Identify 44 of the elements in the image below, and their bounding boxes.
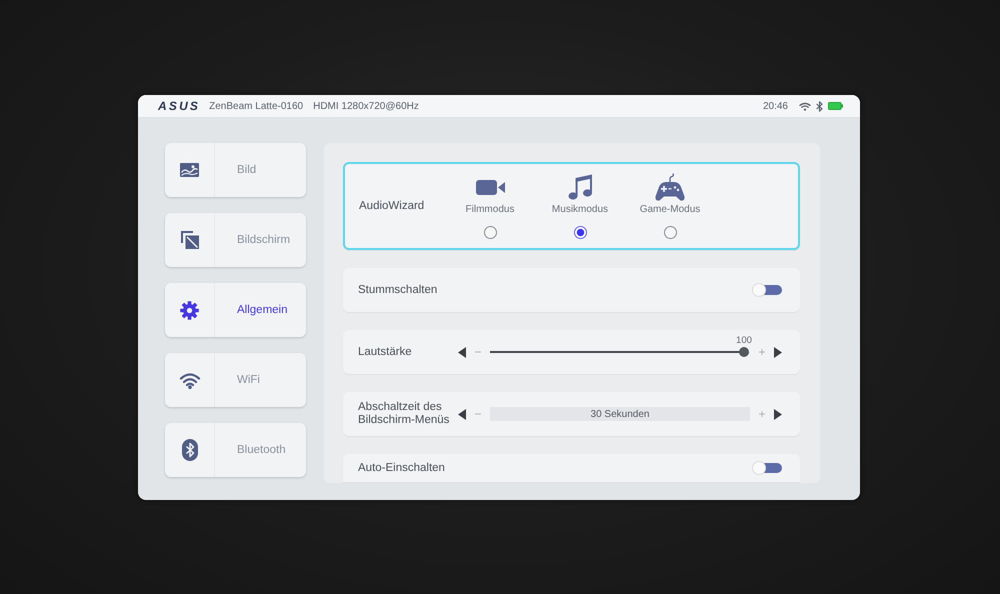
setting-label: Lautstärke	[358, 346, 413, 358]
slider-thumb[interactable]	[739, 347, 749, 357]
toggle-switch[interactable]	[752, 283, 782, 297]
sidebar-item[interactable]: Bild	[165, 143, 306, 197]
setting-label: Auto-Einschalten	[358, 462, 445, 474]
wifi-icon	[799, 102, 811, 110]
device-name: ZenBeam Latte-0160	[209, 100, 304, 112]
settings-icon	[180, 300, 199, 320]
setting-label: AudioWizard	[359, 200, 426, 212]
decrease-button[interactable]: −	[466, 407, 490, 421]
increase-button[interactable]: +	[750, 407, 774, 421]
increase-button[interactable]: +	[750, 345, 774, 359]
input-source: HDMI 1280x720@60Hz	[313, 100, 419, 112]
wifi-icon	[178, 372, 200, 388]
video-camera-icon	[476, 180, 504, 194]
option-label: Filmmodus	[466, 204, 514, 216]
left-arrow-icon[interactable]	[458, 408, 466, 420]
decrease-button[interactable]: −	[466, 345, 490, 359]
battery-icon	[828, 102, 843, 110]
stepper-value: 30 Sekunden	[490, 407, 750, 421]
sidebar-item[interactable]: Bluetooth	[165, 423, 306, 477]
setting-label: Abschaltzeit des Bildschirm-Menüs	[358, 401, 450, 427]
radio-button[interactable]	[484, 226, 496, 239]
slider-reading: 100	[736, 335, 752, 347]
gamepad-icon	[655, 172, 685, 202]
radio-button[interactable]	[574, 226, 586, 239]
bluetooth-icon	[182, 439, 198, 461]
sidebar-item[interactable]: WiFi	[165, 353, 306, 407]
right-arrow-icon[interactable]	[774, 346, 782, 358]
bluetooth-icon	[816, 100, 823, 112]
left-arrow-icon[interactable]	[458, 346, 466, 358]
radio-button[interactable]	[664, 226, 676, 239]
music-note-icon	[568, 174, 592, 200]
landscape-picture-icon	[180, 163, 199, 177]
clock-time: 20:46	[762, 100, 788, 112]
brand-logo: ASUS	[158, 99, 200, 113]
toggle-switch[interactable]	[752, 461, 782, 475]
right-arrow-icon[interactable]	[774, 408, 782, 420]
sidebar-item[interactable]: Allgemein	[165, 283, 306, 337]
sidebar-item[interactable]: Bildschirm	[165, 213, 306, 267]
option-label: Musikmodus	[552, 204, 608, 216]
setting-label: Stummschalten	[358, 284, 438, 296]
option-label: Game-Modus	[640, 204, 700, 216]
resize-square-icon	[180, 231, 198, 249]
